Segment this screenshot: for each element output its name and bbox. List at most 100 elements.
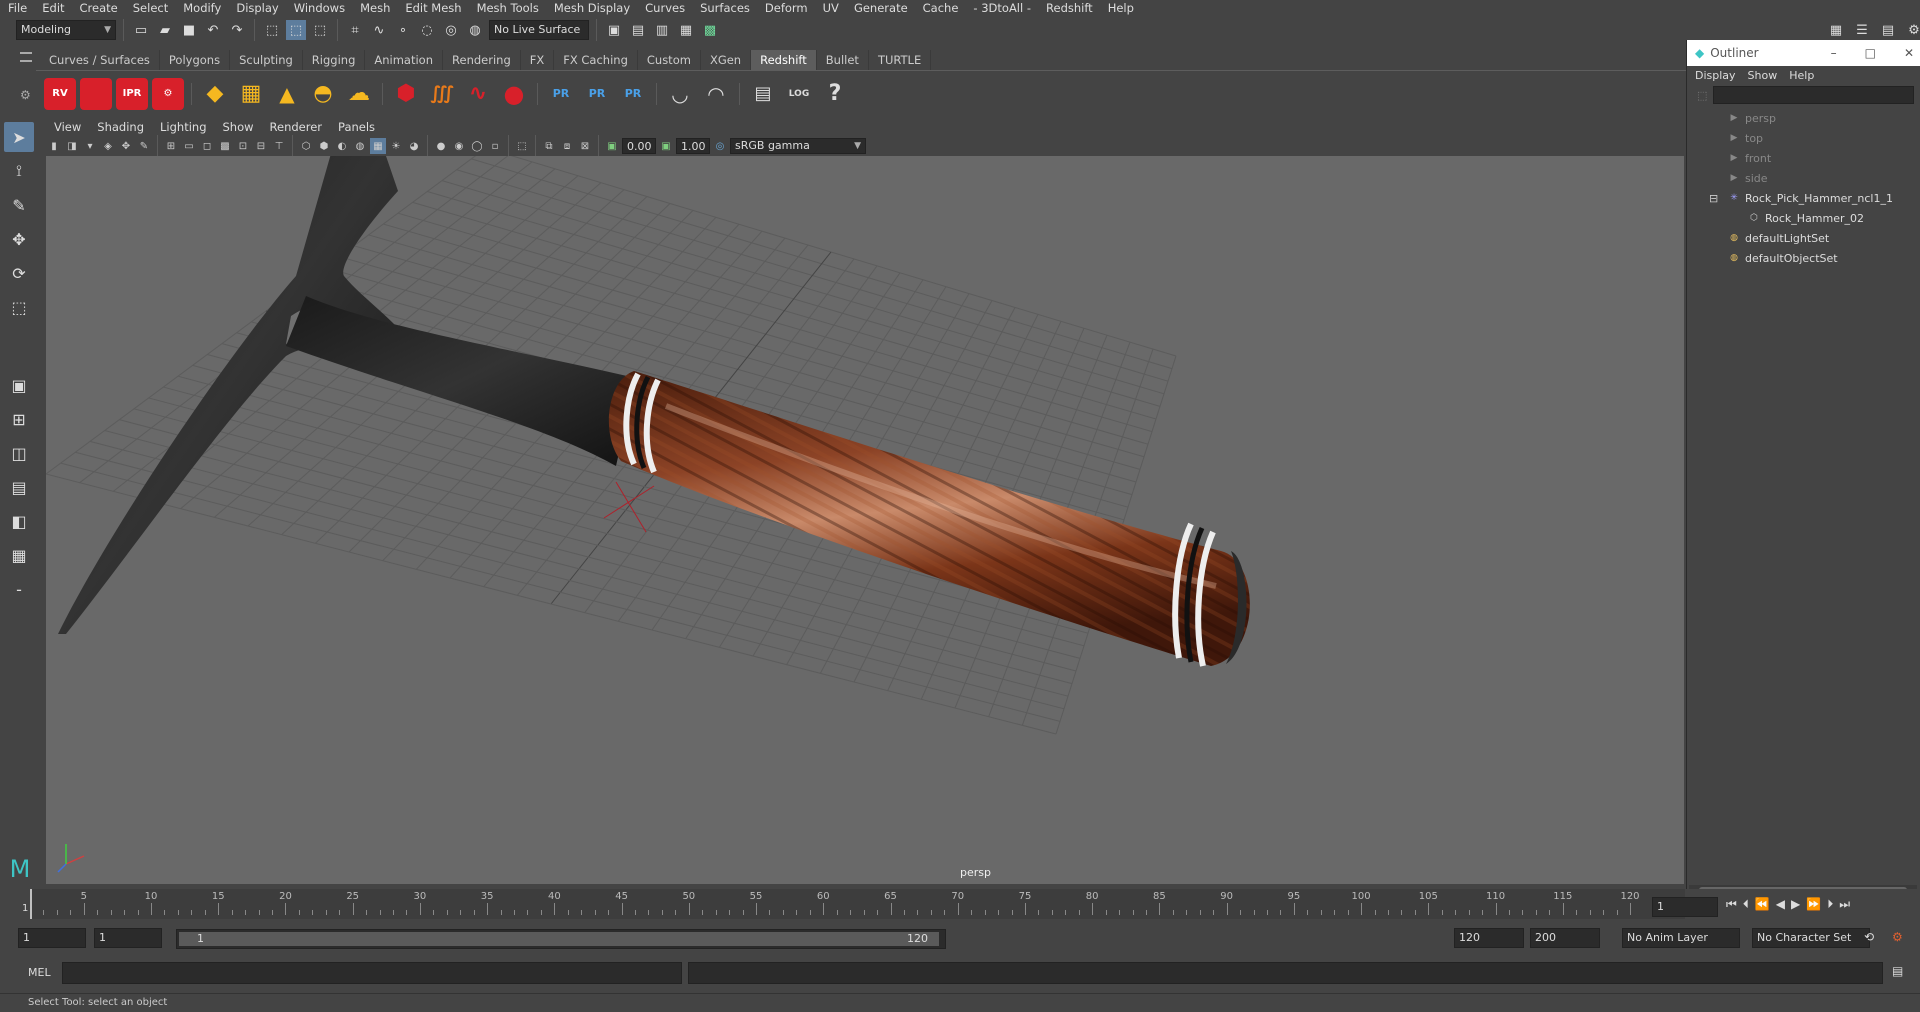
camera-select-icon[interactable]: ▮	[46, 138, 62, 154]
four-view-layout-icon[interactable]: ⊞	[4, 404, 34, 434]
redshift-portal-light-icon[interactable]: ▦	[235, 78, 267, 110]
redshift-log-icon[interactable]: LOG	[783, 78, 815, 110]
snap-surface-icon[interactable]: ◎	[441, 20, 461, 40]
select-objects-icon[interactable]: ⬚	[286, 20, 306, 40]
hypershade-icon[interactable]: ▩	[700, 20, 720, 40]
exposure-field[interactable]: 0.00	[622, 138, 656, 154]
play-backwards-icon[interactable]: ◀	[1776, 897, 1785, 912]
anim-layer-dropdown[interactable]: No Anim Layer	[1622, 928, 1740, 948]
redshift-curve-icon[interactable]: ∿	[462, 78, 494, 110]
redshift-ipr-icon[interactable]: IPR	[116, 77, 148, 110]
redshift-pr-icon-2[interactable]: PR	[581, 78, 613, 110]
step-forward-frame-icon[interactable]: ⏩	[1806, 897, 1821, 912]
persp-graph-layout-icon[interactable]: ◧	[4, 506, 34, 536]
outliner-menu-show[interactable]: Show	[1748, 69, 1778, 82]
xray-icon[interactable]: ⧉	[541, 138, 557, 154]
playback-start-field[interactable]: 1	[94, 928, 162, 948]
outliner-item[interactable]: ▶ top	[1687, 128, 1920, 148]
render-view-icon[interactable]: ▣	[604, 20, 624, 40]
auto-key-icon[interactable]: ⟲	[1864, 930, 1874, 944]
safe-action-icon[interactable]: ⊟	[253, 138, 269, 154]
motion-blur-icon[interactable]: ◉	[451, 138, 467, 154]
menu-edit[interactable]: Edit	[34, 0, 71, 16]
color-space-dropdown[interactable]: sRGB gamma ▼	[730, 138, 866, 154]
menu-create[interactable]: Create	[72, 0, 125, 16]
default-material-icon[interactable]: ◐	[334, 138, 350, 154]
menu-windows[interactable]: Windows	[286, 0, 352, 16]
smooth-shade-icon[interactable]: ⬢	[316, 138, 332, 154]
menu-deform[interactable]: Deform	[757, 0, 815, 16]
shelf-tab-fx-caching[interactable]: FX Caching	[554, 50, 638, 70]
shelf-tab-sculpting[interactable]: Sculpting	[230, 50, 303, 70]
side-by-side-layout-icon[interactable]: ◫	[4, 438, 34, 468]
snap-curve-icon[interactable]: ∿	[369, 20, 389, 40]
redshift-pr-icon-1[interactable]: PR	[545, 78, 577, 110]
maximize-icon[interactable]: □	[1865, 46, 1876, 60]
render-settings-icon[interactable]: ▦	[676, 20, 696, 40]
redshift-dome-light-icon[interactable]: ◓	[307, 78, 339, 110]
exposure-icon[interactable]: ▣	[604, 138, 620, 154]
playback-end-field[interactable]: 120	[1454, 928, 1524, 948]
shelf-menu-icon[interactable]	[20, 52, 32, 62]
redshift-volume-icon[interactable]: ∭	[426, 78, 458, 110]
shelf-tab-rigging[interactable]: Rigging	[303, 50, 366, 70]
camera-attr-icon[interactable]: ◨	[64, 138, 80, 154]
shelf-tab-rendering[interactable]: Rendering	[443, 50, 521, 70]
redshift-help-icon[interactable]: ?	[819, 78, 851, 110]
outliner-menu-display[interactable]: Display	[1695, 69, 1736, 82]
hypershade-layout-icon[interactable]: ▦	[4, 540, 34, 570]
menu-3dtoall[interactable]: - 3DtoAll -	[965, 0, 1038, 16]
attribute-editor-icon[interactable]: ▤	[1878, 20, 1898, 40]
menu-redshift[interactable]: Redshift	[1038, 0, 1100, 16]
outliner-menu-help[interactable]: Help	[1789, 69, 1814, 82]
outliner-item[interactable]: ▶ front	[1687, 148, 1920, 168]
render-frame-icon[interactable]: ▤	[628, 20, 648, 40]
shelf-tab-redshift[interactable]: Redshift	[751, 50, 817, 70]
menu-file[interactable]: File	[0, 0, 34, 16]
screen-space-ao-icon[interactable]: ●	[433, 138, 449, 154]
perspective-viewport[interactable]: persp	[46, 156, 1684, 884]
character-set-dropdown[interactable]: No Character Set	[1752, 928, 1870, 948]
snap-point-icon[interactable]: ∘	[393, 20, 413, 40]
redshift-area-light-icon[interactable]: ◆	[199, 78, 231, 110]
mode-dropdown[interactable]: Modeling ▼	[16, 20, 116, 40]
redshift-sphere-icon[interactable]: ●	[498, 78, 530, 110]
shelf-tab-polygons[interactable]: Polygons	[160, 50, 231, 70]
go-to-end-icon[interactable]: ⏭	[1839, 897, 1850, 912]
menu-mesh-display[interactable]: Mesh Display	[546, 0, 637, 16]
outliner-filter-icon[interactable]: ⬚	[1697, 89, 1707, 102]
menu-mesh[interactable]: Mesh	[352, 0, 397, 16]
snap-live-icon[interactable]: ◍	[465, 20, 485, 40]
gamma-icon[interactable]: ▣	[658, 138, 674, 154]
scale-tool-icon[interactable]: ⬚	[4, 292, 34, 322]
menu-curves[interactable]: Curves	[637, 0, 692, 16]
safe-title-icon[interactable]: ⊤	[271, 138, 287, 154]
outliner-search-input[interactable]	[1713, 86, 1914, 104]
select-components-icon[interactable]: ⬚	[310, 20, 330, 40]
wireframe-on-shaded-icon[interactable]: ◍	[352, 138, 368, 154]
viewport-menu-lighting[interactable]: Lighting	[152, 118, 214, 136]
anim-prefs-icon[interactable]: ⚙	[1892, 930, 1903, 944]
snap-grid-icon[interactable]: ⌗	[345, 20, 365, 40]
redshift-pr-icon-3[interactable]: PR	[617, 78, 649, 110]
redshift-script-icon[interactable]: ▤	[747, 78, 779, 110]
snap-view-icon[interactable]: ◌	[417, 20, 437, 40]
viewport-menu-renderer[interactable]: Renderer	[262, 118, 331, 136]
use-lights-icon[interactable]: ☀	[388, 138, 404, 154]
redshift-bowl-icon[interactable]: ◡	[664, 78, 696, 110]
redshift-settings-icon[interactable]: ⚙	[152, 77, 184, 110]
go-to-start-icon[interactable]: ⏮	[1726, 897, 1737, 912]
anti-aliasing-icon[interactable]: ◯	[469, 138, 485, 154]
save-scene-icon[interactable]: ■	[179, 20, 199, 40]
shelf-tab-fx[interactable]: FX	[521, 50, 555, 70]
live-surface-field[interactable]: No Live Surface	[489, 20, 589, 40]
redshift-spot-light-icon[interactable]: ▲	[271, 78, 303, 110]
single-view-layout-icon[interactable]: ▣	[4, 370, 34, 400]
redshift-plate-icon[interactable]: ◠	[700, 78, 732, 110]
textured-icon[interactable]: ▦	[370, 138, 386, 154]
film-gate-icon[interactable]: ▭	[181, 138, 197, 154]
isolate-select-icon[interactable]: ⬚	[514, 138, 530, 154]
menu-help[interactable]: Help	[1100, 0, 1141, 16]
viewport-menu-panels[interactable]: Panels	[330, 118, 383, 136]
minimize-icon[interactable]: –	[1831, 46, 1837, 60]
